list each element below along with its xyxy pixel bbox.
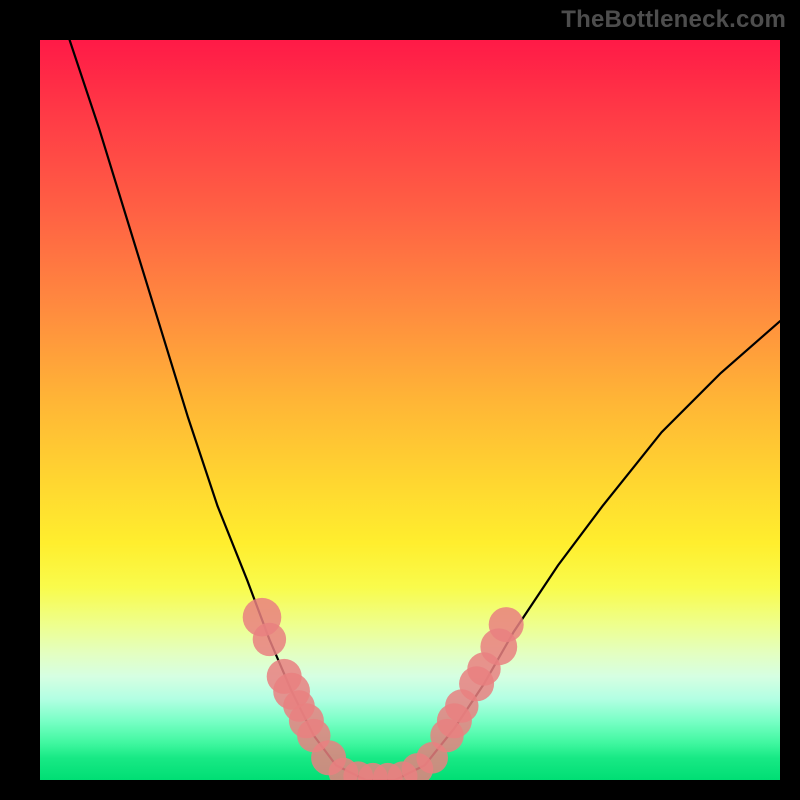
curve-markers [243, 598, 524, 780]
chart-frame: TheBottleneck.com [0, 0, 800, 800]
watermark-text: TheBottleneck.com [561, 6, 786, 34]
plot-area [40, 40, 780, 780]
curve-svg [40, 40, 780, 780]
curve-marker [489, 607, 524, 642]
curve-marker [253, 623, 286, 656]
bottleneck-curve [70, 40, 780, 780]
